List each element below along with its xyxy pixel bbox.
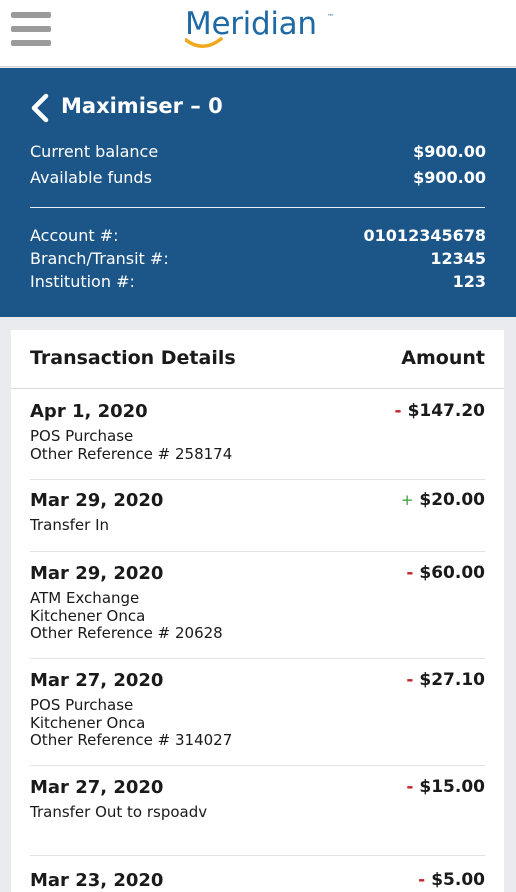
transaction-description: Transfer Out to rspoadv	[30, 803, 208, 822]
current-balance-value: $900.00	[413, 142, 486, 161]
transaction-amount: - $60.00	[406, 563, 485, 583]
institution-row: Institution #: 123	[30, 272, 486, 291]
account-number-label: Account #:	[30, 226, 119, 245]
amount-sign: -	[406, 670, 414, 690]
transaction-date: Mar 23, 2020	[30, 870, 164, 891]
description-line: POS Purchase	[30, 696, 134, 714]
available-funds-label: Available funds	[30, 168, 152, 187]
description-line: Other Reference # 20628	[30, 624, 223, 642]
transaction-row[interactable]: Mar 23, 2020 - $5.00	[30, 870, 485, 892]
transaction-description: Transfer In	[30, 516, 110, 535]
transaction-row[interactable]: Mar 27, 2020 - $15.00 Transfer Out to rsp…	[30, 777, 485, 856]
transaction-date: Mar 27, 2020	[30, 777, 164, 798]
amount-value: $147.20	[407, 401, 485, 421]
amount-sign: +	[400, 491, 414, 509]
available-funds-value: $900.00	[413, 168, 486, 187]
amount-value: $60.00	[419, 563, 485, 583]
transaction-row[interactable]: Mar 29, 2020 + $20.00 Transfer In	[30, 490, 485, 552]
description-line: Other Reference # 258174	[30, 444, 233, 463]
description-line: Transfer Out to rspoadv	[30, 803, 208, 821]
description-line: POS Purchase	[30, 427, 134, 445]
divider	[30, 207, 485, 208]
transaction-date: Mar 29, 2020	[30, 490, 164, 511]
transaction-amount: + $20.00	[401, 490, 485, 510]
logo-swoosh-icon	[185, 37, 223, 48]
account-summary-panel: Maximiser – 0 Current balance $900.00 Av…	[0, 68, 516, 317]
transaction-amount: - $15.00	[406, 777, 485, 797]
transaction-date: Apr 1, 2020	[30, 401, 148, 422]
account-number-row: Account #: 01012345678	[30, 226, 486, 245]
transaction-amount: - $27.10	[406, 670, 485, 690]
top-bar: Meridian ™	[0, 0, 516, 67]
amount-sign: -	[406, 777, 414, 797]
transaction-date: Mar 27, 2020	[30, 670, 164, 691]
amount-value: $15.00	[419, 777, 485, 797]
amount-heading: Amount	[401, 347, 485, 369]
account-number-value: 01012345678	[363, 226, 486, 245]
institution-label: Institution #:	[30, 272, 135, 291]
institution-value: 123	[452, 272, 486, 291]
transaction-description: ATM Exchange Kitchener Onca Other Refere…	[30, 589, 223, 643]
amount-value: $27.10	[419, 670, 485, 690]
transaction-row[interactable]: Apr 1, 2020 - $147.20 POS Purchase Other …	[30, 401, 485, 480]
transaction-date: Mar 29, 2020	[30, 563, 164, 584]
amount-sign: -	[394, 401, 402, 421]
branch-transit-value: 12345	[430, 249, 486, 268]
hamburger-menu-icon[interactable]	[11, 12, 51, 46]
current-balance-row: Current balance $900.00	[30, 142, 486, 161]
description-line: Transfer In	[30, 516, 110, 534]
description-line: Other Reference # 314027	[30, 731, 233, 749]
current-balance-label: Current balance	[30, 142, 159, 161]
transactions-card: Transaction Details Amount Apr 1, 2020 -…	[11, 330, 504, 892]
amount-sign: -	[406, 563, 414, 583]
back-chevron-icon[interactable]	[29, 93, 51, 123]
account-title: Maximiser – 0	[61, 94, 223, 118]
branch-transit-label: Branch/Transit #:	[30, 249, 169, 268]
transaction-amount: - $5.00	[418, 870, 485, 890]
amount-sign: -	[418, 870, 426, 890]
meridian-logo[interactable]: Meridian ™	[185, 6, 345, 58]
transaction-description: POS Purchase Other Reference # 258174	[30, 427, 233, 463]
description-line: Kitchener Onca	[30, 606, 146, 625]
transaction-details-heading: Transaction Details	[30, 347, 236, 369]
description-line: ATM Exchange	[30, 589, 140, 607]
transaction-description: POS Purchase Kitchener Onca Other Refere…	[30, 696, 233, 750]
logo-trademark: ™	[327, 13, 334, 21]
transaction-row[interactable]: Mar 29, 2020 - $60.00 ATM Exchange Kitche…	[30, 563, 485, 659]
available-funds-row: Available funds $900.00	[30, 168, 486, 187]
transaction-amount: - $147.20	[395, 401, 486, 421]
branch-transit-row: Branch/Transit #: 12345	[30, 249, 486, 268]
amount-value: $5.00	[431, 870, 485, 890]
description-line: Kitchener Onca	[30, 713, 146, 732]
amount-value: $20.00	[419, 490, 485, 510]
transactions-header: Transaction Details Amount	[11, 330, 504, 389]
transaction-row[interactable]: Mar 27, 2020 - $27.10 POS Purchase Kitche…	[30, 670, 485, 766]
